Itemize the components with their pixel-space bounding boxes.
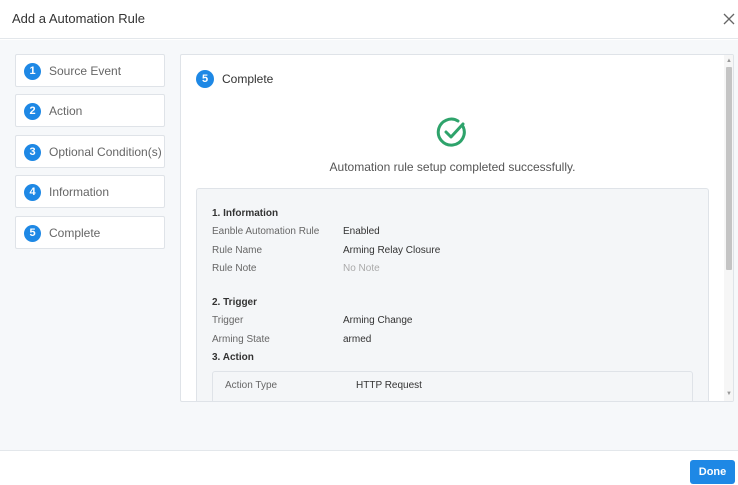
step-label: Complete bbox=[49, 226, 101, 240]
action-details-box: Action Type HTTP Request bbox=[212, 371, 693, 401]
summary-box: 1. Information Eanble Automation Rule En… bbox=[196, 188, 709, 401]
dialog-title: Add a Automation Rule bbox=[12, 11, 145, 26]
step-information[interactable]: 4 Information bbox=[15, 175, 165, 208]
step-label: Information bbox=[49, 185, 110, 199]
summary-value: Arming Change bbox=[343, 315, 413, 326]
panel-step-label: Complete bbox=[222, 72, 274, 86]
section-title-action: 3. Action bbox=[212, 352, 254, 363]
section-title-information: 1. Information bbox=[212, 208, 279, 219]
step-label: Source Event bbox=[49, 64, 122, 78]
summary-value: armed bbox=[343, 334, 372, 345]
summary-key: Eanble Automation Rule bbox=[212, 226, 320, 237]
summary-value: Enabled bbox=[343, 226, 380, 237]
step-label: Action bbox=[49, 104, 83, 118]
summary-value: HTTP Request bbox=[356, 380, 422, 391]
complete-panel: 5 Complete Automation rule setup complet… bbox=[180, 54, 734, 402]
summary-value: No Note bbox=[343, 263, 380, 274]
summary-key: Trigger bbox=[212, 315, 244, 326]
success-message: Automation rule setup completed successf… bbox=[329, 160, 576, 174]
scrollbar-thumb[interactable] bbox=[726, 67, 732, 270]
step-source-event[interactable]: 1 Source Event bbox=[15, 54, 165, 87]
panel-scrollbar[interactable]: ▲ ▼ bbox=[724, 55, 733, 401]
dialog-header: Add a Automation Rule bbox=[0, 0, 738, 39]
summary-key: Rule Note bbox=[212, 263, 257, 274]
step-number-badge: 4 bbox=[24, 184, 41, 201]
step-complete[interactable]: 5 Complete bbox=[15, 216, 165, 249]
done-button[interactable]: Done bbox=[690, 460, 735, 484]
close-icon[interactable] bbox=[721, 11, 737, 27]
step-number-badge: 1 bbox=[24, 63, 41, 80]
summary-key: Rule Name bbox=[212, 245, 263, 256]
panel-step-badge: 5 bbox=[196, 70, 214, 88]
step-number-badge: 2 bbox=[24, 103, 41, 120]
dialog-footer bbox=[0, 450, 738, 485]
section-title-trigger: 2. Trigger bbox=[212, 297, 258, 308]
step-number-badge: 3 bbox=[24, 144, 41, 161]
summary-key: Action Type bbox=[225, 380, 278, 391]
check-circle-icon bbox=[436, 116, 468, 148]
step-label: Optional Condition(s) bbox=[49, 145, 162, 159]
summary-value: Arming Relay Closure bbox=[343, 245, 441, 256]
step-optional-conditions[interactable]: 3 Optional Condition(s) bbox=[15, 135, 165, 168]
scroll-down-icon[interactable]: ▼ bbox=[726, 391, 732, 397]
step-action[interactable]: 2 Action bbox=[15, 94, 165, 127]
step-number-badge: 5 bbox=[24, 225, 41, 242]
summary-key: Arming State bbox=[212, 334, 270, 345]
scroll-up-icon[interactable]: ▲ bbox=[726, 58, 732, 64]
